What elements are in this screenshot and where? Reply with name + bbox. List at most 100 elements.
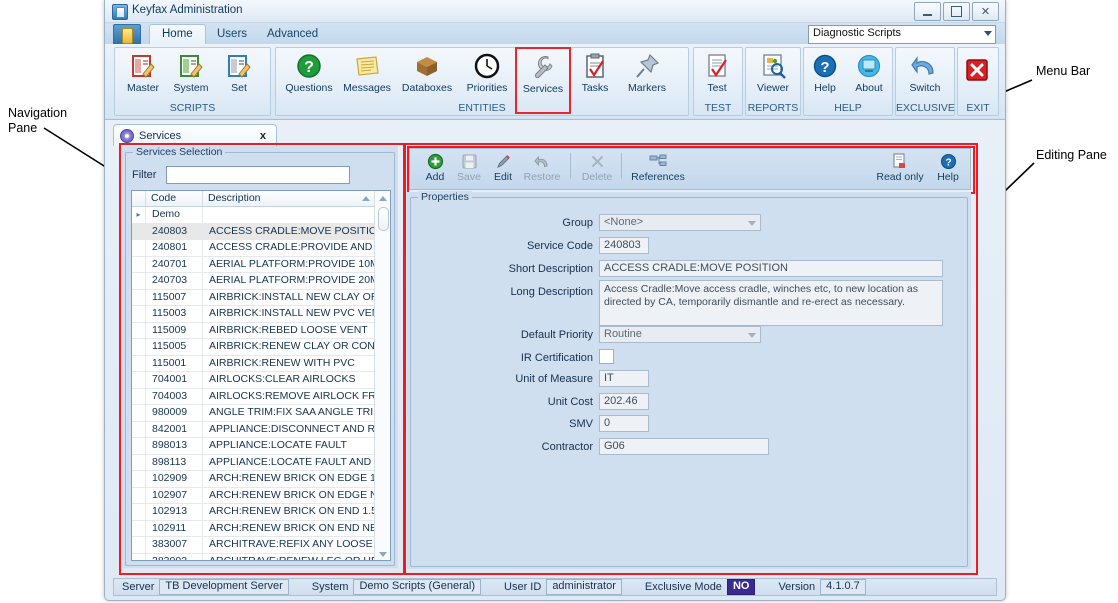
help-circle-icon: ? bbox=[932, 152, 964, 171]
toolbar-add[interactable]: Add bbox=[418, 152, 452, 183]
row-indicator bbox=[132, 388, 146, 404]
table-row[interactable]: 240701 AERIAL PLATFORM:PROVIDE 10M PLATF… bbox=[132, 256, 390, 273]
ribbon-button-markers[interactable]: Markers bbox=[620, 50, 674, 94]
row-expander-icon[interactable]: ▸ bbox=[132, 207, 146, 223]
status-server-label: Server bbox=[122, 581, 155, 593]
scroll-up-icon[interactable] bbox=[375, 191, 390, 204]
script-selector-dropdown[interactable]: Diagnostic Scripts bbox=[808, 25, 996, 44]
ribbon-button-exit[interactable] bbox=[958, 54, 996, 86]
ribbon-button-databoxes[interactable]: Databoxes bbox=[397, 50, 457, 94]
toolbar-references[interactable]: References bbox=[628, 152, 688, 183]
red-x-icon bbox=[958, 54, 996, 86]
table-row[interactable]: 842001 APPLIANCE:DISCONNECT AND RECONNEC… bbox=[132, 421, 390, 438]
ribbon-label-help: Help bbox=[814, 82, 836, 94]
application-menu-button[interactable] bbox=[113, 24, 141, 46]
close-button[interactable]: ✕ bbox=[972, 2, 999, 21]
row-code: 898113 bbox=[146, 454, 203, 470]
ribbon-body: Diagnostic Scripts Master System Set SCR… bbox=[105, 25, 1005, 118]
table-row[interactable]: 115001 AIRBRICK:RENEW WITH PVC bbox=[132, 355, 390, 372]
table-row[interactable]: 898013 APPLIANCE:LOCATE FAULT bbox=[132, 438, 390, 455]
row-code: 842001 bbox=[146, 421, 203, 437]
table-row[interactable]: 704003 AIRLOCKS:REMOVE AIRLOCK FROM SYST… bbox=[132, 388, 390, 405]
unit-cost-field[interactable]: 202.46 bbox=[599, 393, 649, 410]
ribbon-button-set[interactable]: Set bbox=[215, 50, 263, 94]
status-system-value: Demo Scripts (General) bbox=[353, 579, 482, 595]
long-description-field[interactable]: Access Cradle:Move access cradle, winche… bbox=[599, 280, 943, 326]
table-row[interactable]: 704001 AIRLOCKS:CLEAR AIRLOCKS bbox=[132, 372, 390, 389]
label-contractor: Contractor bbox=[541, 441, 593, 453]
row-indicator bbox=[132, 553, 146, 560]
row-description: AERIAL PLATFORM:PROVIDE 20M PLATFORM bbox=[209, 274, 390, 286]
toolbar-readonly[interactable]: Read only bbox=[872, 152, 928, 183]
table-row[interactable]: 898113 APPLIANCE:LOCATE FAULT AND RECTIF… bbox=[132, 454, 390, 471]
table-row[interactable]: 115007 AIRBRICK:INSTALL NEW CLAY OR CONC… bbox=[132, 289, 390, 306]
document-check-icon bbox=[694, 50, 740, 82]
table-row[interactable]: ▸ Demo bbox=[132, 207, 390, 224]
label-ir-certification: IR Certification bbox=[520, 352, 593, 364]
toolbar-add-label: Add bbox=[425, 171, 445, 183]
row-description: ARCH:RENEW BRICK ON EDGE NE 1.5M LONG bbox=[209, 488, 390, 501]
ribbon-button-system[interactable]: System bbox=[167, 50, 215, 94]
table-row[interactable]: 102913 ARCH:RENEW BRICK ON END 1.5 - 3.0… bbox=[132, 504, 390, 521]
table-row[interactable]: 115003 AIRBRICK:INSTALL NEW PVC VENT bbox=[132, 306, 390, 323]
table-row[interactable]: 240703 AERIAL PLATFORM:PROVIDE 20M PLATF… bbox=[132, 273, 390, 290]
table-row[interactable]: 240801 ACCESS CRADLE:PROVIDE AND MAINTAI… bbox=[132, 240, 390, 257]
table-row[interactable]: 102911 ARCH:RENEW BRICK ON END NE 1.5M L… bbox=[132, 520, 390, 537]
filter-input[interactable] bbox=[166, 166, 350, 184]
contractor-field[interactable]: G06 bbox=[599, 438, 769, 455]
table-row[interactable]: 102909 ARCH:RENEW BRICK ON EDGE 1.5 - 3.… bbox=[132, 471, 390, 488]
toolbar-edit[interactable]: Edit bbox=[486, 152, 520, 183]
close-icon[interactable]: x bbox=[256, 130, 270, 142]
ribbon-button-test[interactable]: Test bbox=[694, 50, 740, 94]
default-priority-dropdown[interactable]: Routine bbox=[599, 326, 761, 343]
table-row[interactable]: 115005 AIRBRICK:RENEW CLAY OR CONCRETE V… bbox=[132, 339, 390, 356]
toolbar-readonly-label: Read only bbox=[876, 171, 924, 183]
ribbon-button-questions[interactable]: ? Questions bbox=[281, 50, 337, 94]
table-row[interactable]: 240803 ACCESS CRADLE:MOVE POSITION bbox=[132, 223, 390, 240]
tab-advanced[interactable]: Advanced bbox=[255, 24, 330, 44]
grid-vertical-scrollbar[interactable] bbox=[374, 191, 390, 560]
ribbon-label-master: Master bbox=[126, 82, 160, 94]
scroll-down-icon[interactable] bbox=[375, 547, 390, 560]
toolbar-restore[interactable]: Restore bbox=[520, 152, 564, 183]
ribbon-button-viewer[interactable]: Viewer bbox=[748, 50, 798, 94]
ir-certification-checkbox[interactable] bbox=[599, 349, 614, 364]
row-description: AIRBRICK:REBED LOOSE VENT bbox=[209, 323, 368, 336]
table-row[interactable]: 115009 AIRBRICK:REBED LOOSE VENT bbox=[132, 322, 390, 339]
ribbon-button-messages[interactable]: Messages bbox=[339, 50, 395, 94]
row-code: 115007 bbox=[146, 289, 203, 305]
row-indicator bbox=[132, 372, 146, 388]
service-code-field[interactable]: 240803 bbox=[599, 237, 649, 254]
scrollbar-thumb[interactable] bbox=[378, 207, 389, 231]
maximize-button[interactable] bbox=[943, 2, 970, 21]
question-mark-icon: ? bbox=[281, 50, 337, 82]
row-indicator bbox=[132, 537, 146, 553]
tab-users[interactable]: Users bbox=[205, 24, 259, 44]
table-row[interactable]: 980009 ANGLE TRIM:FIX SAA ANGLE TRIM bbox=[132, 405, 390, 422]
ribbon-button-master[interactable]: Master bbox=[119, 50, 167, 94]
ribbon-button-about[interactable]: About bbox=[846, 50, 892, 94]
tab-home[interactable]: Home bbox=[149, 24, 206, 45]
row-indicator bbox=[132, 487, 146, 503]
table-row[interactable]: 383003 ARCHITRAVE:RENEW LEG OR HEAD ONE … bbox=[132, 553, 390, 560]
ribbon-group-exit: EXIT bbox=[957, 47, 999, 116]
toolbar-delete[interactable]: Delete bbox=[578, 152, 616, 183]
toolbar-save[interactable]: Save bbox=[452, 152, 486, 183]
row-indicator bbox=[132, 355, 146, 371]
unit-of-measure-field[interactable]: IT bbox=[599, 370, 649, 387]
ribbon-button-tasks[interactable]: Tasks bbox=[572, 50, 618, 94]
minimize-button[interactable] bbox=[914, 2, 941, 21]
row-indicator bbox=[132, 520, 146, 536]
group-dropdown[interactable]: <None> bbox=[599, 214, 761, 231]
ribbon-button-switch[interactable]: Switch bbox=[899, 50, 951, 94]
status-server-value: TB Development Server bbox=[159, 579, 289, 595]
grid-header-code[interactable]: Code bbox=[146, 191, 203, 206]
ribbon-button-priorities[interactable]: Priorities bbox=[459, 50, 515, 94]
table-row[interactable]: 102907 ARCH:RENEW BRICK ON EDGE NE 1.5M … bbox=[132, 487, 390, 504]
table-row[interactable]: 383007 ARCHITRAVE:REFIX ANY LOOSE bbox=[132, 537, 390, 554]
toolbar-help[interactable]: ? Help bbox=[932, 152, 964, 183]
ribbon-button-help[interactable]: ? Help bbox=[804, 50, 846, 94]
short-description-field[interactable]: ACCESS CRADLE:MOVE POSITION bbox=[599, 260, 943, 277]
row-indicator bbox=[132, 322, 146, 338]
smv-field[interactable]: 0 bbox=[599, 415, 649, 432]
